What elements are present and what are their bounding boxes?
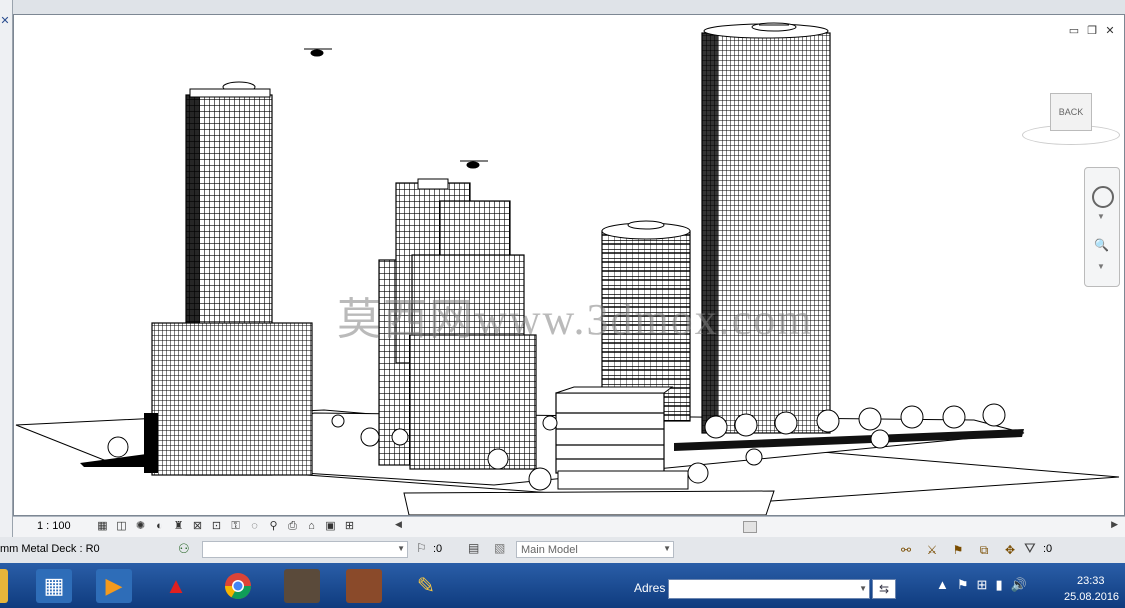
watermark-text: 莫西网www.3dmox.com — [337, 295, 814, 344]
temporary-view-properties-icon[interactable]: ⎙ — [285, 519, 300, 534]
close-icon[interactable]: ✕ — [1104, 25, 1116, 37]
highlight-displacement-icon[interactable]: ▣ — [323, 519, 338, 534]
autocad-icon[interactable]: ▲ — [158, 569, 194, 603]
left-panel-strip: ✕ — [0, 0, 13, 540]
windows-icon[interactable]: ⊞ — [977, 577, 988, 593]
show-crop-region-icon[interactable]: ⊡ — [209, 519, 224, 534]
temporary-hide-icon[interactable]: ◌ — [247, 519, 262, 534]
address-toolbar-label: Adres — [634, 581, 666, 595]
minimize-icon[interactable]: ▭ — [1068, 25, 1080, 37]
view-cube-face[interactable]: BACK — [1050, 93, 1092, 131]
chevron-down-icon[interactable]: ▼ — [397, 544, 405, 553]
3d-viewport[interactable]: 莫西网www.3dmox.com ▭ ❐ ✕ BACK ▼ 🔍 ▼ — [13, 14, 1125, 516]
volume-icon[interactable]: 🔊 — [1011, 577, 1027, 593]
sun-path-icon[interactable]: ✺ — [133, 519, 148, 534]
address-go-button[interactable]: ⇆ — [872, 579, 896, 599]
design-options-icon[interactable]: ▤ — [468, 541, 479, 555]
chevron-down-icon[interactable]: ▼ — [663, 544, 671, 553]
scroll-left-icon[interactable]: ◀ — [395, 519, 402, 530]
show-hidden-icons-icon[interactable]: ▲ — [936, 577, 949, 593]
design-option-value: Main Model — [521, 544, 578, 556]
chevron-down-icon[interactable]: ▼ — [1097, 262, 1105, 271]
scroll-right-icon[interactable]: ▶ — [1111, 519, 1118, 530]
drag-on-selection-icon[interactable]: ✥ — [1000, 541, 1020, 559]
action-center-flag-icon[interactable]: ⚑ — [957, 577, 969, 593]
selection-status-text: mm Metal Deck : R0 — [0, 543, 100, 555]
calculator-icon[interactable]: ▦ — [36, 569, 72, 603]
filter-icon[interactable]: ⛛ — [1024, 540, 1036, 557]
clock-date[interactable]: 25.08.2016 — [1064, 591, 1119, 603]
chevron-down-icon[interactable]: ▼ — [1097, 212, 1105, 221]
view-control-icons: ▦ ◫ ✺ ◐ ♜ ⊠ ⊡ ⚿ ◌ ⚲ ⎙ ⌂ ▣ ⊞ — [95, 519, 357, 534]
city-model-drawing — [15, 22, 1120, 515]
viewport-window-controls: ▭ ❐ ✕ — [1068, 25, 1116, 37]
restore-icon[interactable]: ❐ — [1086, 25, 1098, 37]
selection-controls: ⚯ ⚔ ⚑ ⧉ ✥ — [896, 541, 1020, 559]
reveal-constraints-icon[interactable]: ⊞ — [342, 519, 357, 534]
zoom-icon[interactable]: 🔍 — [1094, 238, 1109, 252]
show-analytical-model-icon[interactable]: ⌂ — [304, 519, 319, 534]
view-control-bar: 1 : 100 ▦ ◫ ✺ ◐ ♜ ⊠ ⊡ ⚿ ◌ ⚲ ⎙ ⌂ ▣ ⊞ ◀ ▶ — [13, 516, 1125, 538]
worksets-icon[interactable]: ⚇ — [178, 541, 190, 557]
detail-level-icon[interactable]: ▦ — [95, 519, 110, 534]
system-tray: ▲ ⚑ ⊞ ▮ 🔊 — [936, 577, 1027, 593]
select-underlay-icon[interactable]: ⚔ — [922, 541, 942, 559]
filter-count: :0 — [1043, 543, 1053, 555]
status-bar: mm Metal Deck : R0 ⚇ ▼ ⚐ :0 ▤ ▧ Main Mod… — [0, 537, 1125, 564]
editing-requests-count: :0 — [433, 543, 443, 555]
navigation-bar: ▼ 🔍 ▼ — [1084, 167, 1120, 287]
select-by-face-icon[interactable]: ⧉ — [974, 541, 994, 559]
design-option-dropdown[interactable]: Main Model ▼ — [516, 541, 674, 558]
editing-requests-icon[interactable]: ⚐ — [416, 541, 427, 555]
steering-wheel-icon[interactable] — [1092, 186, 1114, 208]
chrome-icon[interactable] — [220, 569, 256, 603]
horizontal-scrollbar[interactable]: ◀ ▶ — [395, 519, 1118, 533]
game-soldier-icon[interactable] — [284, 569, 320, 603]
close-icon[interactable]: ✕ — [0, 14, 10, 28]
reveal-hidden-icon[interactable]: ⚲ — [266, 519, 281, 534]
address-input[interactable]: ▼ — [668, 579, 870, 599]
select-pinned-icon[interactable]: ⚑ — [948, 541, 968, 559]
visual-style-icon[interactable]: ◫ — [114, 519, 129, 534]
scrollbar-thumb[interactable] — [743, 521, 757, 533]
crop-view-icon[interactable]: ⊠ — [190, 519, 205, 534]
clock-time[interactable]: 23:33 — [1077, 575, 1105, 587]
select-links-icon[interactable]: ⚯ — [896, 541, 916, 559]
view-cube[interactable]: BACK — [1022, 87, 1120, 147]
view-scale[interactable]: 1 : 100 — [37, 520, 71, 532]
windows-taskbar: ▦ ▶ ▲ ✎ Adres ▼ ⇆ ▲ ⚑ ⊞ ▮ 🔊 23:33 25.08.… — [0, 563, 1125, 608]
shadows-icon[interactable]: ◐ — [152, 519, 167, 534]
pencil-app-icon[interactable]: ✎ — [408, 569, 444, 603]
game-character-icon[interactable] — [346, 569, 382, 603]
media-player-icon[interactable]: ▶ — [96, 569, 132, 603]
workset-dropdown[interactable]: ▼ — [202, 541, 408, 558]
unlock-view-icon[interactable]: ⚿ — [228, 519, 243, 534]
exclude-options-icon[interactable]: ▧ — [494, 541, 505, 555]
chevron-down-icon[interactable]: ▼ — [859, 584, 867, 593]
render-icon[interactable]: ♜ — [171, 519, 186, 534]
start-button-icon[interactable] — [0, 569, 8, 603]
network-icon[interactable]: ▮ — [995, 577, 1002, 593]
